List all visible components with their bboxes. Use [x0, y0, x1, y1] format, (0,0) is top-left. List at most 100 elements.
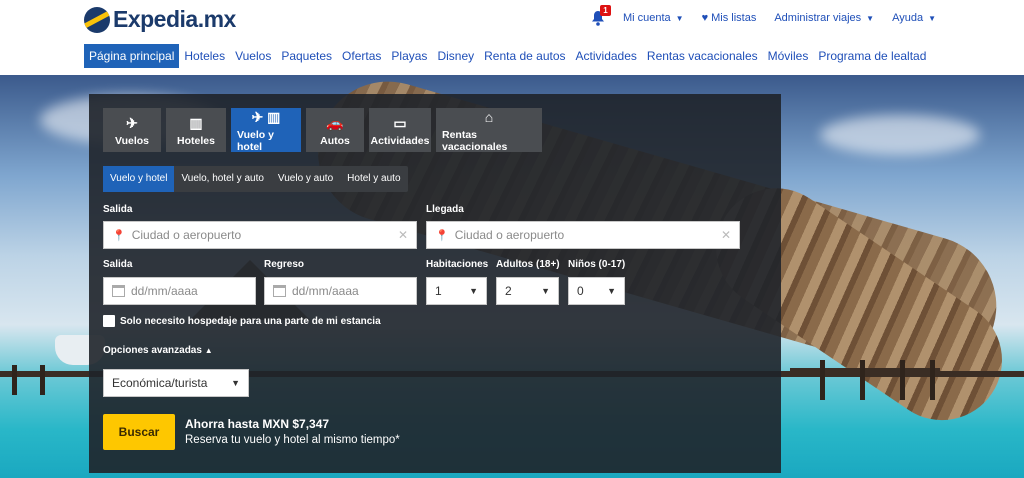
destination-field[interactable]: 📍 ✕	[426, 221, 740, 249]
ticket-icon: ▭	[393, 114, 407, 131]
rooms-label: Habitaciones	[426, 259, 489, 270]
product-tab-2[interactable]: ✈ ▥ Vuelo y hotel	[231, 108, 301, 153]
advanced-options-toggle[interactable]: Opciones avanzadas ▲	[103, 345, 213, 356]
manage-trips-label: Administrar viajes	[774, 12, 862, 24]
product-tab-label: Hoteles	[177, 134, 215, 147]
pier-post	[820, 360, 825, 400]
subtab-2[interactable]: Vuelo y auto	[271, 166, 340, 192]
my-account-menu[interactable]: Mi cuenta ▼	[623, 12, 684, 24]
subtab-1[interactable]: Vuelo, hotel y auto	[174, 166, 270, 192]
nav-tab-2[interactable]: Vuelos	[230, 44, 276, 68]
nav-tab-10[interactable]: Móviles	[763, 44, 814, 68]
globe-plane-icon	[84, 6, 110, 33]
pier-post	[900, 360, 905, 400]
adults-value: 2	[505, 284, 512, 298]
plane-icon: ✈	[126, 114, 138, 131]
children-value: 0	[577, 284, 584, 298]
search-panel: ✈ Vuelos ▥ Hoteles ✈ ▥ Vuelo y hotel 🚗 Autos ▭ Ac…	[89, 94, 781, 473]
clear-icon[interactable]: ✕	[721, 228, 731, 242]
product-tab-label: Actividades	[370, 134, 430, 147]
product-tab-4[interactable]: ▭ Actividades	[369, 108, 431, 152]
return-date-field[interactable]	[264, 277, 417, 305]
depart-date-field[interactable]	[103, 277, 256, 305]
pier-post	[930, 360, 935, 400]
account-nav: 1 Mi cuenta ▼ ♥ Mis listas Administrar v…	[573, 5, 936, 26]
nav-tab-1[interactable]: Hoteles	[179, 44, 230, 68]
pier-post	[40, 365, 45, 395]
product-tab-label: Autos	[320, 134, 350, 147]
location-pin-icon: 📍	[112, 229, 126, 242]
cabin-class-select[interactable]: Económica/turista ▼	[103, 369, 249, 397]
rooms-select[interactable]: 1 ▼	[426, 277, 487, 305]
nav-tab-9[interactable]: Rentas vacacionales	[642, 44, 763, 68]
my-account-label: Mi cuenta	[622, 12, 671, 24]
return-date-input[interactable]	[292, 284, 408, 298]
adults-select[interactable]: 2 ▼	[496, 277, 559, 305]
my-lists-link[interactable]: ♥ Mis listas	[702, 12, 757, 24]
help-label: Ayuda	[892, 12, 924, 24]
chevron-down-icon: ▼	[675, 13, 684, 23]
destination-input[interactable]	[454, 228, 721, 242]
nav-tab-4[interactable]: Ofertas	[337, 44, 386, 68]
notifications-button[interactable]: 1	[591, 5, 611, 26]
expedia-logo[interactable]: Expedia.mx	[84, 6, 236, 33]
house-icon: ⌂	[484, 108, 494, 125]
promo-title: Ahorra hasta MXN $7,347	[185, 417, 330, 431]
car-icon: 🚗	[326, 114, 344, 131]
partial-stay-label: Solo necesito hospedaje para una parte d…	[120, 315, 381, 327]
calendar-icon	[273, 285, 286, 297]
package-subtabs: Vuelo y hotel Vuelo, hotel y auto Vuelo y …	[103, 166, 408, 192]
product-tab-5[interactable]: ⌂ Rentas vacacionales	[436, 108, 542, 153]
chevron-down-icon: ▼	[866, 13, 875, 23]
checkbox-box[interactable]	[103, 315, 115, 327]
plane-hotel-icon: ✈ ▥	[251, 108, 281, 125]
heart-icon: ♥	[701, 12, 709, 24]
destination-label: Llegada	[426, 204, 464, 215]
chevron-down-icon: ▼	[928, 13, 936, 23]
location-pin-icon: 📍	[435, 229, 449, 242]
nav-tab-8[interactable]: Actividades	[571, 44, 642, 68]
cloud-shape	[820, 115, 980, 155]
product-tabs: ✈ Vuelos ▥ Hoteles ✈ ▥ Vuelo y hotel 🚗 Autos ▭ Ac…	[103, 108, 547, 153]
main-navigation: Página principal Hoteles Vuelos Paquetes Ofe…	[84, 44, 931, 68]
subtab-3[interactable]: Hotel y auto	[340, 166, 407, 192]
nav-tab-0[interactable]: Página principal	[84, 44, 180, 68]
depart-date-input[interactable]	[131, 284, 247, 298]
children-label: Niños (0-17)	[568, 259, 626, 270]
origin-field[interactable]: 📍 ✕	[103, 221, 417, 249]
bell-icon: 1	[591, 5, 611, 26]
notification-badge: 1	[599, 5, 611, 16]
chevron-down-icon: ▼	[469, 286, 478, 296]
pier-post	[860, 360, 865, 400]
search-button[interactable]: Buscar	[103, 414, 175, 450]
pier-post	[12, 365, 17, 395]
nav-tab-7[interactable]: Renta de autos	[479, 44, 570, 68]
origin-input[interactable]	[131, 228, 398, 242]
site-header: Expedia.mx 1 Mi cuenta ▼ ♥ Mis listas Ad…	[0, 0, 1024, 75]
partial-stay-checkbox[interactable]: Solo necesito hospedaje para una parte d…	[103, 315, 381, 327]
logo-text: Expedia.mx	[113, 6, 236, 32]
advanced-options-label: Opciones avanzadas	[103, 345, 202, 356]
product-tab-1[interactable]: ▥ Hoteles	[166, 108, 226, 152]
product-tab-label: Vuelos	[114, 134, 150, 147]
subtab-0[interactable]: Vuelo y hotel	[103, 166, 175, 192]
children-select[interactable]: 0 ▼	[568, 277, 625, 305]
clear-icon[interactable]: ✕	[398, 228, 408, 242]
return-date-label: Regreso	[264, 259, 305, 270]
nav-tab-11[interactable]: Programa de lealtad	[813, 44, 931, 68]
pier	[790, 368, 940, 376]
hotel-icon: ▥	[189, 114, 203, 131]
nav-tab-5[interactable]: Playas	[386, 44, 432, 68]
product-tab-3[interactable]: 🚗 Autos	[306, 108, 364, 152]
nav-tab-3[interactable]: Paquetes	[276, 44, 337, 68]
product-tab-0[interactable]: ✈ Vuelos	[103, 108, 161, 152]
promo-subtitle: Reserva tu vuelo y hotel al mismo tiempo…	[185, 434, 400, 446]
nav-tab-6[interactable]: Disney	[432, 44, 479, 68]
help-menu[interactable]: Ayuda ▼	[892, 12, 936, 24]
chevron-up-icon: ▲	[204, 346, 213, 355]
chevron-down-icon: ▼	[541, 286, 550, 296]
origin-label: Salida	[103, 204, 133, 215]
manage-trips-menu[interactable]: Administrar viajes ▼	[774, 12, 874, 24]
cabin-class-value: Económica/turista	[112, 376, 208, 390]
chevron-down-icon: ▼	[607, 286, 616, 296]
